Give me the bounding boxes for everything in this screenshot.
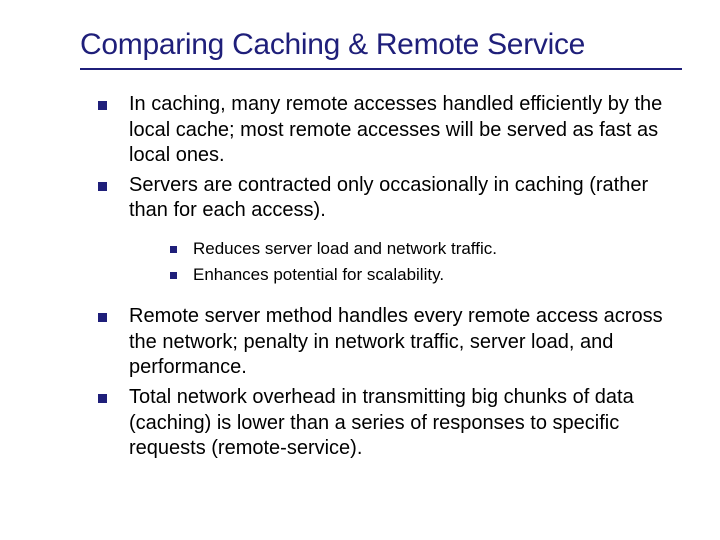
bullet-text: Enhances potential for scalability. bbox=[193, 264, 444, 286]
square-bullet-icon bbox=[98, 182, 107, 191]
slide-title: Comparing Caching & Remote Service bbox=[80, 28, 680, 62]
spacer bbox=[90, 228, 680, 238]
square-bullet-icon bbox=[98, 101, 107, 110]
bullet-text: Reduces server load and network traffic. bbox=[193, 238, 497, 260]
square-bullet-icon bbox=[98, 394, 107, 403]
square-bullet-icon bbox=[170, 246, 177, 253]
bullet-text: Remote server method handles every remot… bbox=[129, 304, 680, 381]
list-item: Total network overhead in transmitting b… bbox=[98, 385, 680, 462]
title-underline bbox=[80, 68, 682, 70]
square-bullet-icon bbox=[170, 272, 177, 279]
bullet-text: Servers are contracted only occasionally… bbox=[129, 173, 680, 224]
square-bullet-icon bbox=[98, 313, 107, 322]
bullet-text: Total network overhead in transmitting b… bbox=[129, 385, 680, 462]
bullet-text: In caching, many remote accesses handled… bbox=[129, 92, 680, 169]
slide: Comparing Caching & Remote Service In ca… bbox=[0, 0, 720, 486]
list-item: Servers are contracted only occasionally… bbox=[98, 173, 680, 224]
list-item: Enhances potential for scalability. bbox=[170, 264, 680, 286]
list-item: In caching, many remote accesses handled… bbox=[98, 92, 680, 169]
spacer bbox=[90, 290, 680, 304]
list-item: Reduces server load and network traffic. bbox=[170, 238, 680, 260]
list-item: Remote server method handles every remot… bbox=[98, 304, 680, 381]
